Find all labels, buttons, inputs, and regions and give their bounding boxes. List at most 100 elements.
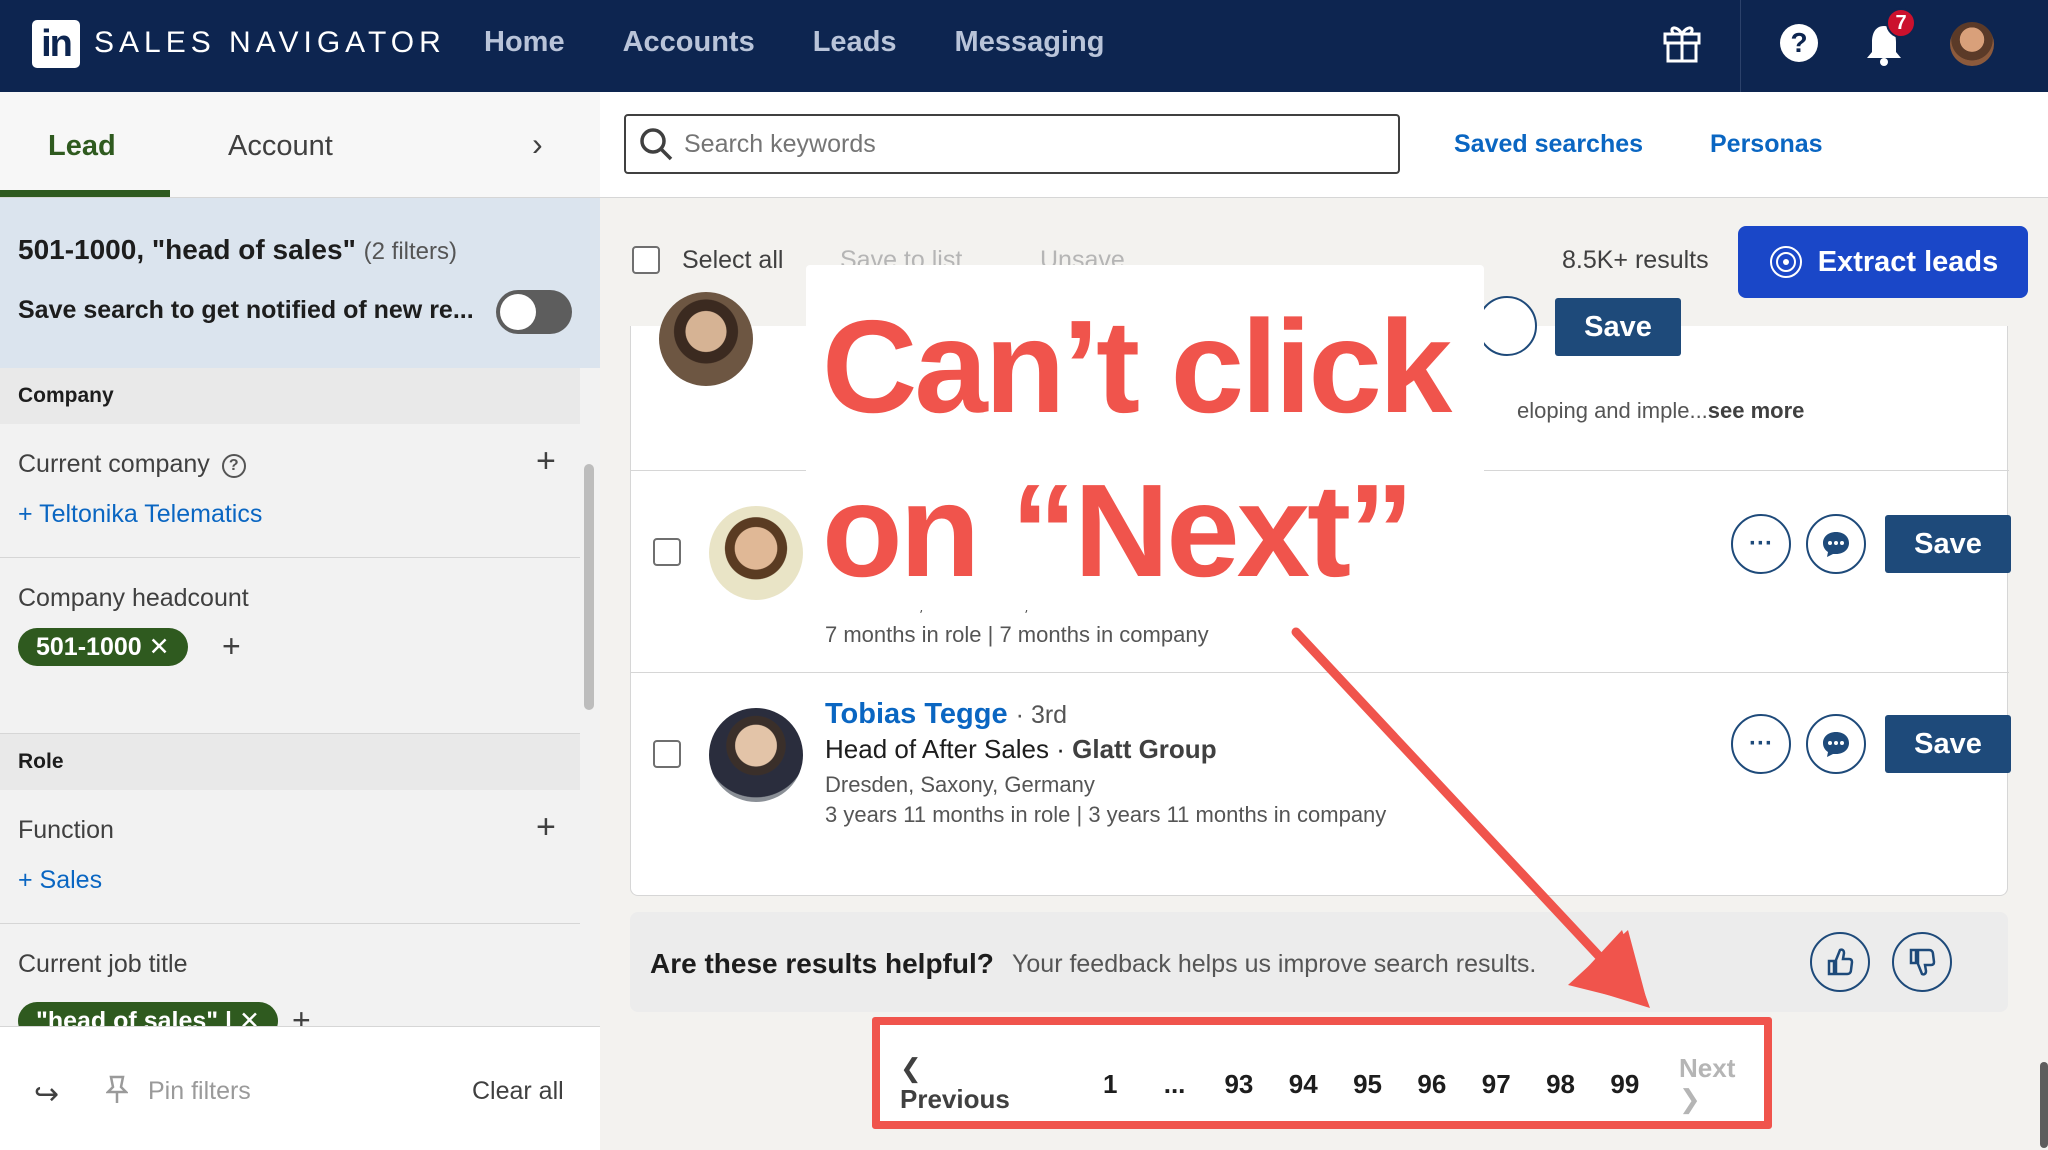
help-icon[interactable]: ? [1780, 24, 1818, 62]
summary-query: 501-1000, "head of sales" [18, 234, 356, 265]
lead-snippet: eloping and imple...see more [1517, 398, 1805, 423]
chevron-right-icon[interactable]: › [532, 126, 543, 163]
tab-lead[interactable]: Lead [48, 130, 116, 163]
tab-account[interactable]: Account [228, 130, 333, 163]
add-headcount-button[interactable]: + [222, 628, 241, 665]
function-label: Function [18, 816, 114, 844]
suggested-function-link[interactable]: + Sales [18, 866, 102, 895]
section-role: Role [0, 734, 580, 790]
section-role-label: Role [18, 750, 64, 773]
pin-filters-button[interactable]: Pin filters [148, 1077, 251, 1106]
message-button[interactable] [1806, 514, 1866, 574]
page-99[interactable]: 99 [1593, 1069, 1657, 1100]
search-bar: Saved searches Personas [600, 92, 2048, 198]
next-page-button[interactable]: Next ❯ [1679, 1053, 1764, 1115]
add-function-button[interactable]: + [536, 808, 556, 847]
message-button[interactable] [1477, 296, 1537, 356]
page-98[interactable]: 98 [1528, 1069, 1592, 1100]
previous-page-button[interactable]: ❮ Previous [900, 1053, 1038, 1115]
pagination: ❮ Previous 1 ... 93 94 95 96 97 98 99 Ne… [900, 1053, 1764, 1115]
suggested-company-link[interactable]: + Teltonika Telematics [18, 500, 262, 529]
lead-avatar[interactable] [659, 292, 753, 386]
filter-current-company: Current company? + + Teltonika Telematic… [0, 424, 580, 558]
toggle-knob [500, 294, 536, 330]
more-options-button[interactable]: ··· [1731, 514, 1791, 574]
more-options-button[interactable]: ··· [1731, 714, 1791, 774]
select-all-label[interactable]: Select all [682, 246, 783, 275]
thumbs-up-button[interactable] [1810, 932, 1870, 992]
feedback-text: Your feedback helps us improve search re… [1012, 950, 1537, 978]
save-lead-button[interactable]: Save [1885, 715, 2011, 773]
add-current-company-button[interactable]: + [536, 442, 556, 481]
share-icon[interactable]: ↪ [34, 1077, 59, 1112]
help-circle-icon[interactable]: ? [221, 454, 246, 478]
nav-messaging[interactable]: Messaging [955, 26, 1105, 59]
thumbs-down-icon [1909, 948, 1936, 976]
lead-avatar[interactable] [709, 708, 803, 802]
job-title-label: Current job title [18, 950, 188, 978]
lead-location: Dresden, Saxony, Germany [825, 772, 1095, 797]
pagination-highlight: ❮ Previous 1 ... 93 94 95 96 97 98 99 Ne… [872, 1017, 1772, 1129]
save-search-toggle[interactable] [496, 290, 572, 334]
job-title-chip[interactable]: "head of sales" | ✕ [18, 1002, 278, 1026]
message-icon [1823, 532, 1849, 557]
lead-checkbox[interactable] [653, 538, 681, 566]
message-button[interactable] [1806, 714, 1866, 774]
avatar[interactable] [1950, 22, 1994, 66]
page-97[interactable]: 97 [1464, 1069, 1528, 1100]
extract-leads-button[interactable]: Extract leads [1738, 226, 2028, 298]
message-icon [1823, 732, 1849, 757]
page-95[interactable]: 95 [1335, 1069, 1399, 1100]
lead-avatar[interactable] [709, 506, 803, 600]
headcount-label: Company headcount [18, 584, 249, 612]
thumbs-up-icon [1827, 948, 1854, 976]
search-icon [640, 128, 673, 161]
results-panel: Saved searches Personas Select all Save … [600, 92, 2048, 1150]
nav-home[interactable]: Home [484, 26, 565, 59]
search-input[interactable] [624, 114, 1400, 174]
annotation-text: Can’t click on “Next” [822, 285, 1452, 613]
page-94[interactable]: 94 [1271, 1069, 1335, 1100]
connection-degree: · 3rd [1015, 701, 1068, 729]
lead-checkbox[interactable] [653, 740, 681, 768]
see-more-link[interactable]: see more [1708, 398, 1805, 423]
annotation-line-1: Can’t click [822, 293, 1452, 440]
save-lead-button[interactable]: Save [1555, 298, 1681, 356]
clear-all-button[interactable]: Clear all [472, 1077, 564, 1106]
add-job-title-button[interactable]: + [292, 1002, 311, 1026]
pin-icon [106, 1075, 128, 1103]
save-search-label: Save search to get notified of new re... [18, 296, 474, 324]
filter-function: Function + + Sales [0, 790, 580, 924]
page-96[interactable]: 96 [1400, 1069, 1464, 1100]
select-all-checkbox[interactable] [632, 246, 660, 274]
gift-icon[interactable] [1662, 20, 1702, 64]
thumbs-down-button[interactable] [1892, 932, 1952, 992]
lead-tenure: 3 years 11 months in role | 3 years 11 m… [825, 802, 1387, 827]
lead-name-link[interactable]: Tobias Tegge · 3rd [825, 698, 1067, 731]
active-tab-indicator [0, 190, 170, 197]
page-1[interactable]: 1 [1078, 1069, 1142, 1100]
filters-sidebar: Lead Account › 501-1000, "head of sales"… [0, 92, 600, 1150]
linkedin-logo[interactable]: in [32, 20, 80, 68]
sidebar-footer: ↪ Pin filters Clear all [0, 1026, 600, 1150]
main-scrollbar[interactable] [2040, 1062, 2048, 1148]
lead-tenure: 7 months in role | 7 months in company [825, 622, 1209, 647]
page-93[interactable]: 93 [1207, 1069, 1271, 1100]
annotation-callout: Can’t click on “Next” [806, 265, 1484, 610]
save-lead-button[interactable]: Save [1885, 515, 2011, 573]
personas-link[interactable]: Personas [1710, 130, 1823, 159]
saved-searches-link[interactable]: Saved searches [1454, 130, 1643, 159]
nav-accounts[interactable]: Accounts [623, 26, 755, 59]
summary-filter-count: (2 filters) [363, 238, 457, 265]
filter-company-headcount: Company headcount 501-1000 ✕ + [0, 558, 580, 734]
headcount-chip[interactable]: 501-1000 ✕ [18, 628, 188, 666]
summary-title: 501-1000, "head of sales" (2 filters) [18, 234, 457, 266]
extract-leads-label: Extract leads [1817, 245, 1999, 278]
brand-name: SALES NAVIGATOR [94, 26, 446, 59]
sidebar-tabs: Lead Account › [0, 92, 600, 198]
nav-leads[interactable]: Leads [813, 26, 897, 59]
results-count: 8.5K+ results [1562, 246, 1709, 274]
lead-company-link[interactable]: Glatt Group [1072, 734, 1216, 764]
sidebar-scrollbar[interactable] [584, 464, 594, 710]
section-company-label: Company [18, 384, 114, 407]
